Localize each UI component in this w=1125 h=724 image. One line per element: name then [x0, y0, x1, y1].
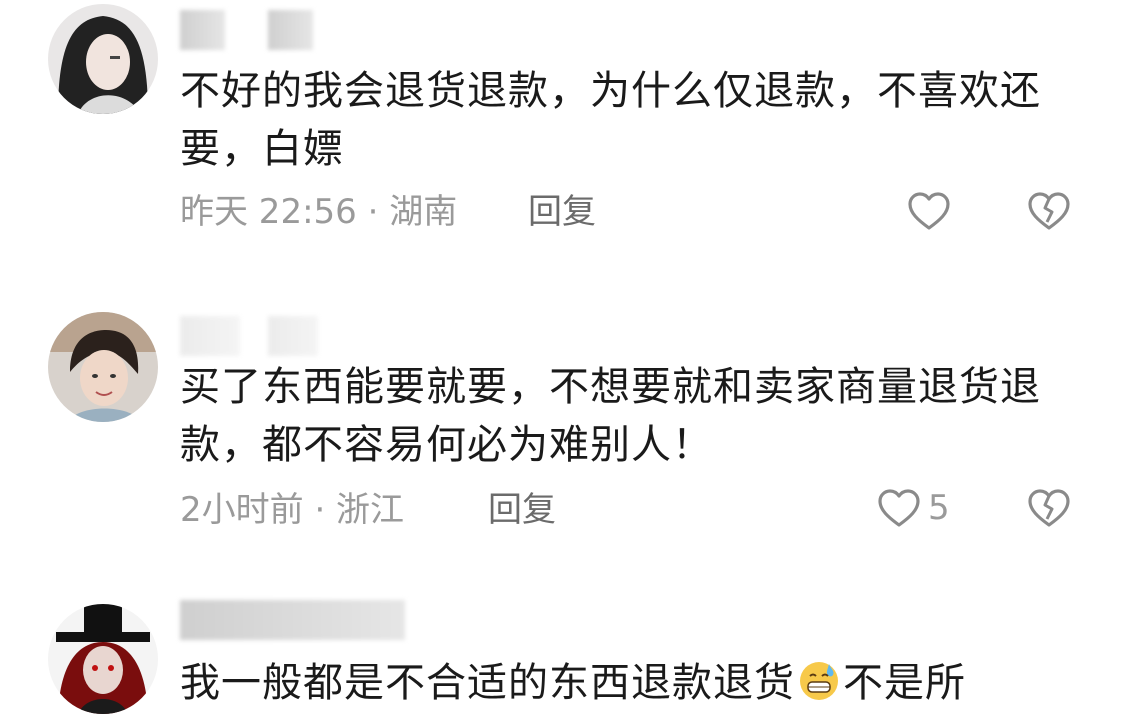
comment-text: 我一般都是不合适的东西退款退货 不是所 — [180, 654, 1060, 712]
comment-list: 不好的我会退货退款，为什么仅退款，不喜欢还要，白嫖 昨天 22:56 · 湖南 … — [0, 0, 1125, 724]
comment-text: 买了东西能要就要，不想要就和卖家商量退货退款，都不容易何必为难别人！ — [180, 364, 1041, 468]
dislike-button[interactable] — [1026, 189, 1072, 233]
heart-outline-icon — [908, 192, 950, 230]
comment-text: 不好的我会退货退款，为什么仅退款，不喜欢还要，白嫖 — [180, 68, 1041, 172]
username-redacted — [268, 316, 318, 356]
comment-item: 不好的我会退货退款，为什么仅退款，不喜欢还要，白嫖 昨天 22:56 · 湖南 … — [0, 0, 1125, 260]
username-redacted — [180, 10, 225, 50]
username-redacted — [180, 600, 405, 640]
comment-item: 我一般都是不合适的东西退款退货 不是所 — [0, 596, 1125, 724]
avatar[interactable] — [48, 604, 158, 714]
username-redacted — [268, 10, 313, 50]
username-redacted — [180, 316, 240, 356]
comment-time-location: 2小时前 · 浙江 — [180, 490, 405, 530]
comment-text-part: 我一般都是不合适的东西退款退货 — [180, 660, 795, 706]
comment-text-part: 不是所 — [843, 660, 966, 706]
comment-time-location: 昨天 22:56 · 湖南 — [180, 192, 458, 232]
reply-button[interactable]: 回复 — [488, 490, 556, 530]
avatar[interactable] — [48, 4, 158, 114]
like-button[interactable] — [906, 189, 952, 233]
heart-outline-icon — [878, 489, 920, 527]
comment-item: 买了东西能要就要，不想要就和卖家商量退货退款，都不容易何必为难别人！ 2小时前 … — [0, 300, 1125, 560]
like-button[interactable]: 5 — [876, 486, 950, 530]
grinning-sweat-emoji — [800, 662, 838, 700]
broken-heart-icon — [1028, 192, 1070, 230]
avatar[interactable] — [48, 312, 158, 422]
reply-button[interactable]: 回复 — [528, 192, 596, 232]
like-count: 5 — [928, 488, 950, 528]
dislike-button[interactable] — [1026, 486, 1072, 530]
broken-heart-icon — [1028, 489, 1070, 527]
